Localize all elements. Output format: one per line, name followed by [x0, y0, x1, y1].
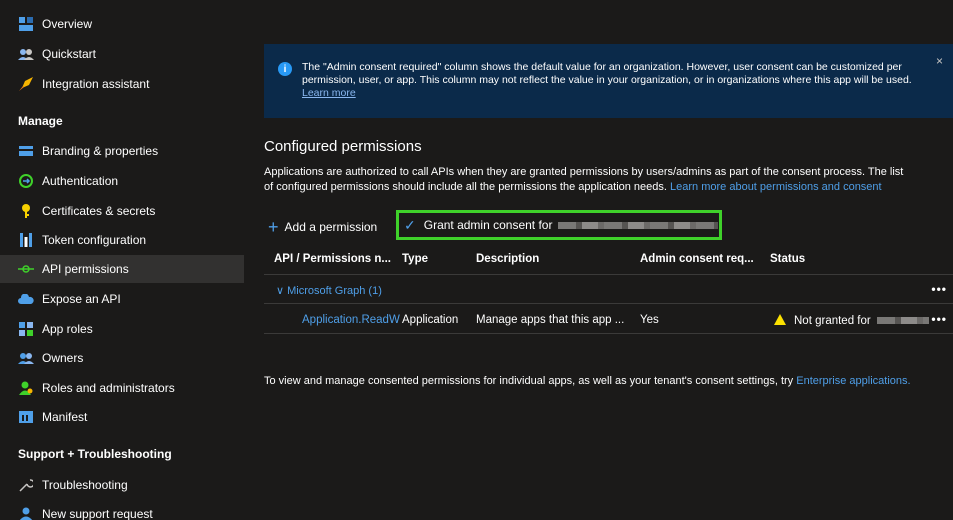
rocket-icon [18, 76, 34, 92]
group-label: Microsoft Graph (1) [287, 285, 382, 297]
sidebar-item-label: Quickstart [42, 47, 97, 61]
branding-icon [18, 143, 34, 159]
owners-icon [18, 350, 34, 366]
column-header-admin-consent[interactable]: Admin consent req... [640, 253, 754, 265]
sidebar-item-authentication[interactable]: Authentication [0, 167, 244, 195]
sidebar-item-label: Troubleshooting [42, 478, 128, 492]
sidebar-item-new-support-request[interactable]: New support request [0, 500, 244, 520]
status-cell: Not granted for [774, 314, 929, 327]
checkmark-icon: ✓ [404, 216, 416, 233]
group-row-microsoft-graph[interactable]: ∨ Microsoft Graph (1) [276, 284, 382, 297]
sidebar-item-label: Token configuration [42, 233, 147, 247]
row-divider [264, 333, 953, 334]
authentication-icon [18, 173, 34, 189]
column-header-description[interactable]: Description [476, 253, 539, 265]
sidebar-item-certificates[interactable]: Certificates & secrets [0, 197, 244, 225]
sidebar-item-quickstart[interactable]: Quickstart [0, 40, 244, 68]
info-icon: i [278, 62, 292, 76]
quickstart-icon [18, 46, 34, 62]
permission-type: Application [402, 314, 459, 326]
app-roles-icon [18, 321, 34, 337]
banner-text-block: The "Admin consent required" column show… [302, 61, 932, 100]
support-person-icon [18, 506, 34, 520]
sidebar-item-token-configuration[interactable]: Token configuration [0, 226, 244, 254]
sidebar-item-api-permissions[interactable]: API permissions [0, 255, 244, 283]
admin-consent-value: Yes [640, 314, 659, 326]
sidebar-item-label: Certificates & secrets [42, 204, 156, 218]
sidebar-item-manifest[interactable]: Manifest [0, 403, 244, 431]
permission-description: Manage apps that this app ... [476, 314, 625, 326]
key-icon [18, 203, 34, 219]
warning-icon [774, 314, 786, 325]
redacted-tenant-name [876, 317, 929, 324]
column-header-status[interactable]: Status [770, 253, 805, 265]
sidebar-item-label: API permissions [42, 262, 129, 276]
grant-admin-consent-button[interactable]: ✓ Grant admin consent for [396, 210, 722, 240]
sidebar-item-app-roles[interactable]: App roles [0, 315, 244, 343]
sidebar-item-label: Authentication [42, 174, 119, 188]
plus-icon: + [268, 217, 279, 237]
more-options-icon[interactable]: ••• [931, 282, 947, 296]
cloud-icon [18, 291, 34, 307]
manifest-icon [18, 409, 34, 425]
sidebar-item-label: Branding & properties [42, 144, 159, 158]
header-divider [264, 274, 953, 275]
grant-admin-consent-label: Grant admin consent for [423, 218, 553, 232]
sidebar-item-overview[interactable]: Overview [0, 10, 244, 38]
roles-icon [18, 380, 34, 396]
main-content: i The "Admin consent required" column sh… [244, 0, 953, 520]
column-header-api-permissions[interactable]: API / Permissions n... [274, 253, 391, 265]
sidebar-item-owners[interactable]: Owners [0, 344, 244, 372]
sidebar-item-expose-api[interactable]: Expose an API [0, 285, 244, 313]
banner-learn-more-link[interactable]: Learn more [302, 87, 356, 99]
permission-name-link[interactable]: Application.ReadW [302, 314, 400, 326]
sidebar-item-label: New support request [42, 507, 153, 520]
sidebar-item-label: Expose an API [42, 292, 121, 306]
status-text: Not granted for [794, 315, 871, 327]
configured-permissions-title: Configured permissions [264, 138, 422, 155]
footer-text-block: To view and manage consented permissions… [264, 374, 924, 389]
close-icon[interactable]: × [936, 54, 943, 68]
configured-permissions-description: Applications are authorized to call APIs… [264, 165, 953, 195]
chevron-down-icon: ∨ [276, 285, 285, 297]
sidebar-item-integration-assistant[interactable]: Integration assistant [0, 70, 244, 98]
permissions-consent-link[interactable]: Learn more about permissions and consent [670, 181, 882, 193]
add-permission-button[interactable]: + Add a permission [268, 214, 377, 240]
description-line-1: Applications are authorized to call APIs… [264, 166, 904, 178]
sidebar-item-label: Manifest [42, 410, 88, 424]
group-divider [264, 303, 953, 304]
permissions-toolbar: + Add a permission [268, 214, 377, 240]
info-banner: i The "Admin consent required" column sh… [264, 44, 953, 118]
sidebar-item-roles-admins[interactable]: Roles and administrators [0, 374, 244, 402]
sidebar: Overview Quickstart Integration assistan… [0, 0, 244, 520]
redacted-tenant-name [558, 221, 719, 229]
description-line-2: of configured permissions should include… [264, 181, 667, 193]
footer-text: To view and manage consented permissions… [264, 375, 794, 387]
support-section-header: Support + Troubleshooting [18, 447, 172, 461]
sidebar-item-label: Roles and administrators [42, 381, 175, 395]
sidebar-item-label: Integration assistant [42, 77, 150, 91]
sidebar-item-label: Overview [42, 17, 93, 31]
column-header-type[interactable]: Type [402, 253, 428, 265]
banner-text: The "Admin consent required" column show… [302, 61, 912, 86]
sidebar-item-label: App roles [42, 322, 93, 336]
sidebar-item-label: Owners [42, 351, 84, 365]
enterprise-applications-link[interactable]: Enterprise applications. [796, 375, 910, 387]
manage-section-header: Manage [18, 114, 63, 128]
wrench-icon [18, 477, 34, 493]
token-icon [18, 232, 34, 248]
api-permissions-icon [18, 261, 34, 277]
row-more-options-icon[interactable]: ••• [931, 312, 947, 326]
add-permission-label: Add a permission [284, 220, 378, 234]
overview-icon [18, 16, 34, 32]
sidebar-item-branding[interactable]: Branding & properties [0, 137, 244, 165]
sidebar-item-troubleshooting[interactable]: Troubleshooting [0, 471, 244, 499]
